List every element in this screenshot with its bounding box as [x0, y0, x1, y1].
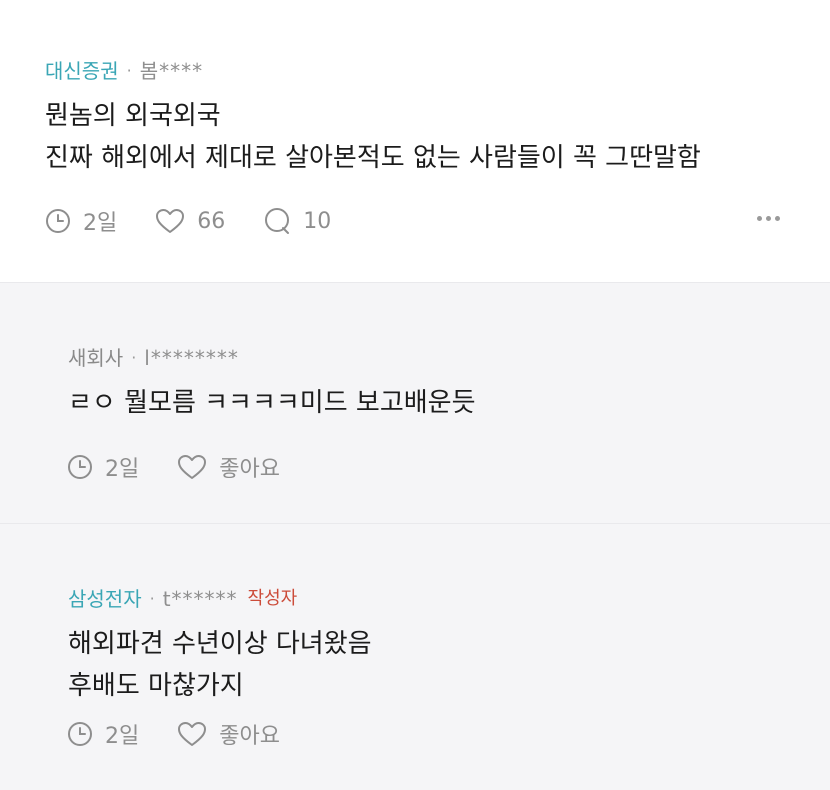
- timestamp: 2일: [67, 451, 139, 483]
- separator-dot: ·: [149, 589, 155, 608]
- separator-dot: ·: [126, 61, 132, 80]
- time-label: 2일: [105, 724, 140, 749]
- heart-icon: [156, 209, 185, 233]
- time-label: 2일: [83, 211, 118, 236]
- user-name: t******: [162, 587, 238, 611]
- like-button[interactable]: 66: [155, 208, 225, 234]
- like-button[interactable]: 좋아요: [177, 451, 280, 483]
- company-name[interactable]: 새회사: [68, 345, 123, 371]
- comment-body: 뭔놈의 외국외국 진짜 해외에서 제대로 살아본적도 없는 사람들이 꼭 그딴말…: [45, 95, 830, 179]
- comment-line: 해외파견 수년이상 다녀왔음: [68, 629, 372, 659]
- comment: 대신증권 · 봄**** 뭔놈의 외국외국 진짜 해외에서 제대로 살아본적도 …: [0, 0, 830, 282]
- timestamp: 2일: [45, 205, 117, 237]
- more-dots-icon[interactable]: [757, 216, 780, 221]
- comment-meta: 대신증권 · 봄****: [45, 58, 830, 84]
- comment-meta: 삼성전자 · t****** 작성자: [68, 586, 830, 612]
- reply-button[interactable]: 10: [263, 207, 331, 235]
- like-count: 66: [197, 208, 226, 234]
- comment-meta: 새회사 · l********: [68, 345, 830, 371]
- comment-body: ㄹㅇ 뭘모름 ㅋㅋㅋㅋ미드 보고배운듯: [68, 382, 830, 424]
- reply-count: 10: [303, 208, 332, 234]
- like-label: 좋아요: [219, 724, 280, 749]
- like-label: 좋아요: [219, 457, 280, 482]
- clock-icon: [68, 455, 92, 479]
- comment-line: 뭔놈의 외국외국: [45, 101, 221, 131]
- company-name[interactable]: 대신증권: [45, 58, 119, 84]
- like-button[interactable]: 좋아요: [177, 718, 280, 750]
- comment-line: ㄹㅇ 뭘모름 ㅋㅋㅋㅋ미드 보고배운듯: [68, 388, 476, 418]
- comment-body: 해외파견 수년이상 다녀왔음 후배도 마찮가지: [68, 623, 830, 707]
- comment-actions: 2일 66 10: [45, 205, 369, 237]
- speech-bubble-icon: [265, 208, 290, 234]
- heart-icon: [178, 455, 207, 479]
- reply-comment: 새회사 · l******** ㄹㅇ 뭘모름 ㅋㅋㅋㅋ미드 보고배운듯 2일 좋…: [0, 282, 830, 523]
- reply-comment: 삼성전자 · t****** 작성자 해외파견 수년이상 다녀왔음 후배도 마찮…: [0, 523, 830, 790]
- timestamp: 2일: [67, 718, 139, 750]
- user-name: 봄****: [139, 59, 204, 83]
- author-badge: 작성자: [247, 588, 298, 609]
- comment-actions: 2일 좋아요: [67, 718, 318, 750]
- time-label: 2일: [105, 457, 140, 482]
- company-name[interactable]: 삼성전자: [68, 586, 142, 612]
- comment-line: 진짜 해외에서 제대로 살아본적도 없는 사람들이 꼭 그딴말함: [45, 143, 701, 173]
- clock-icon: [46, 209, 70, 233]
- comment-actions: 2일 좋아요: [67, 451, 318, 483]
- clock-icon: [68, 722, 92, 746]
- comment-line: 후배도 마찮가지: [68, 671, 244, 701]
- separator-dot: ·: [131, 348, 137, 367]
- heart-icon: [178, 722, 207, 746]
- user-name: l********: [144, 346, 239, 370]
